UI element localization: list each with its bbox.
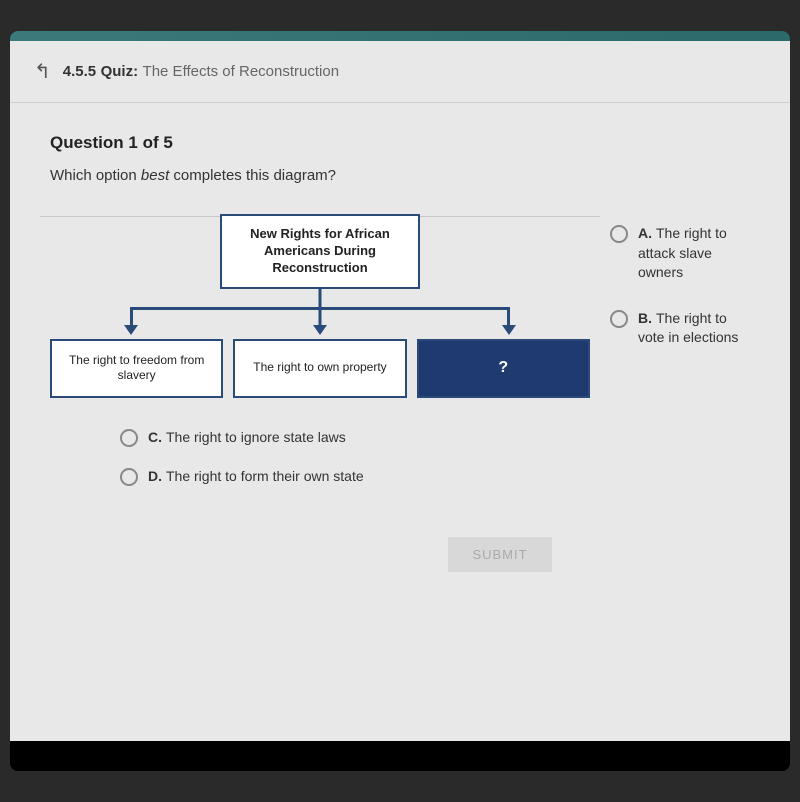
main-body: New Rights for African Americans During … [10, 204, 790, 398]
options-column-right: A.The right to attack slave owners B.The… [610, 204, 750, 398]
header-text: 4.5.5 Quiz: The Effects of Reconstructio… [63, 63, 339, 81]
diagram-child-box: The right to own property [233, 339, 406, 398]
diagram-area: New Rights for African Americans During … [50, 204, 590, 398]
diagram-unknown-box: ? [417, 339, 590, 398]
option-letter: D. [148, 468, 162, 484]
option-d[interactable]: D.The right to form their own state [120, 467, 750, 487]
connector-line [319, 307, 322, 327]
diagram-child-box: The right to freedom from slavery [50, 339, 223, 398]
option-letter: A. [638, 225, 652, 241]
options-column-bottom: C.The right to ignore state laws D.The r… [10, 398, 790, 487]
question-number: Question 1 of 5 [50, 133, 750, 153]
option-text: D.The right to form their own state [148, 467, 364, 487]
radio-icon[interactable] [120, 468, 138, 486]
radio-icon[interactable] [610, 310, 628, 328]
connector-line [319, 289, 322, 307]
arrow-down-icon [502, 325, 516, 335]
arrow-down-icon [313, 325, 327, 335]
device-frame: ↰ 4.5.5 Quiz: The Effects of Reconstruct… [10, 31, 790, 771]
question-section: Question 1 of 5 Which option best comple… [10, 103, 790, 204]
option-content: The right to form their own state [166, 468, 364, 484]
option-letter: C. [148, 429, 162, 445]
arrow-down-icon [124, 325, 138, 335]
connector-line [507, 307, 510, 327]
prompt-prefix: Which option [50, 167, 141, 184]
prompt-emphasis: best [141, 167, 169, 184]
option-a[interactable]: A.The right to attack slave owners [610, 224, 750, 283]
option-b[interactable]: B.The right to vote in elections [610, 309, 750, 348]
section-number: 4.5.5 [63, 63, 96, 80]
diagram-children-row: The right to freedom from slavery The ri… [50, 339, 590, 398]
option-c[interactable]: C.The right to ignore state laws [120, 428, 750, 448]
option-text: A.The right to attack slave owners [638, 224, 750, 283]
diagram-root-box: New Rights for African Americans During … [220, 214, 420, 289]
quiz-title: The Effects of Reconstruction [143, 63, 340, 80]
back-arrow-icon[interactable]: ↰ [34, 59, 51, 84]
submit-button[interactable]: SUBMIT [448, 537, 551, 572]
prompt-suffix: completes this diagram? [169, 167, 336, 184]
option-text: C.The right to ignore state laws [148, 428, 346, 448]
submit-area: SUBMIT [10, 507, 790, 572]
option-letter: B. [638, 310, 652, 326]
radio-icon[interactable] [120, 429, 138, 447]
option-text: B.The right to vote in elections [638, 309, 750, 348]
connector-line [130, 307, 133, 327]
quiz-label: Quiz: [101, 63, 139, 80]
option-content: The right to ignore state laws [166, 429, 346, 445]
option-content: The right to vote in elections [638, 310, 738, 346]
question-prompt: Which option best completes this diagram… [50, 167, 750, 184]
radio-icon[interactable] [610, 225, 628, 243]
content-area: ↰ 4.5.5 Quiz: The Effects of Reconstruct… [10, 41, 790, 741]
diagram-connectors [50, 289, 590, 339]
quiz-header: ↰ 4.5.5 Quiz: The Effects of Reconstruct… [10, 41, 790, 103]
status-bar [10, 31, 790, 41]
